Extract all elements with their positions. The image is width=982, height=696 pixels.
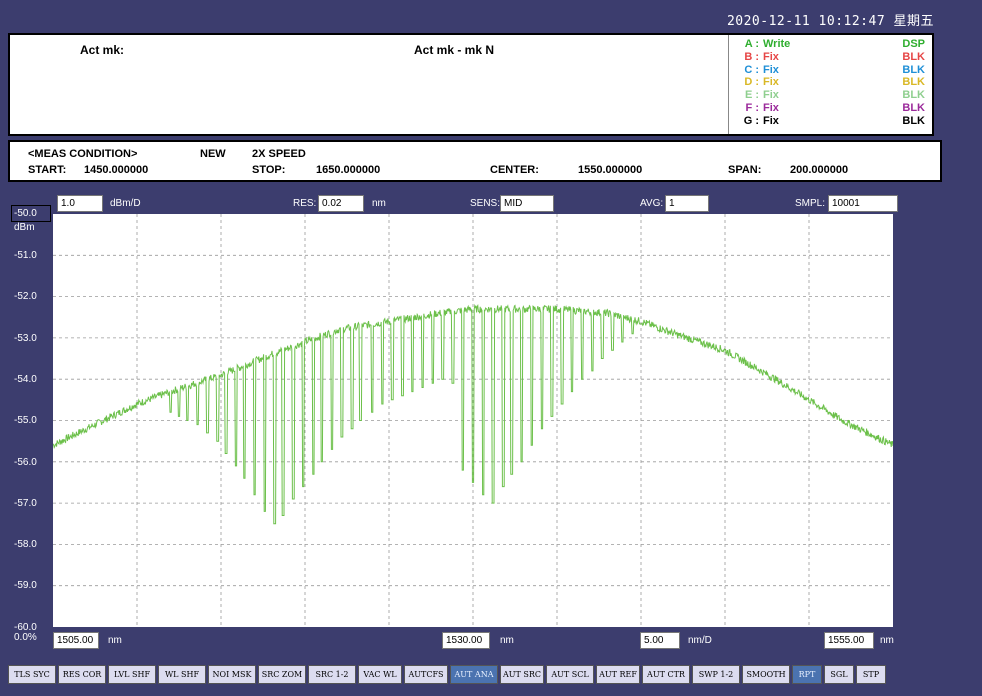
center-value: 1550.000000 — [578, 164, 643, 176]
y-tick-label: -52.0 — [14, 291, 37, 303]
x-stop-unit: nm — [880, 635, 894, 646]
trace-display: BLK — [902, 63, 925, 76]
sens-label: SENS: — [470, 198, 501, 209]
trace-letter: E : — [744, 89, 759, 102]
y-tick-label: -54.0 — [14, 373, 37, 385]
span-label: SPAN: — [728, 164, 762, 176]
smpl-label: SMPL: — [795, 198, 826, 209]
y-unit-label: dBm — [14, 222, 35, 233]
function-button[interactable]: SRC ZOM — [258, 665, 306, 684]
x-scale-unit: nm/D — [688, 635, 712, 646]
function-button-bar: TLS SYC RES COR LVL SHF WL SHF NOI MSK SRC ZO… — [8, 665, 940, 685]
function-button[interactable]: AUT CTR — [642, 665, 690, 684]
function-button[interactable]: SMOOTH — [742, 665, 790, 684]
x-scale-field[interactable]: 5.00 — [640, 632, 680, 649]
start-label: START: — [28, 164, 67, 176]
center-label: CENTER: — [490, 164, 539, 176]
meas-condition-title: <MEAS CONDITION> — [28, 148, 138, 160]
trace-row[interactable]: G : Fix BLK — [729, 115, 933, 127]
res-label: RES: — [293, 198, 317, 209]
active-marker-delta-label: Act mk - mk N — [414, 43, 495, 57]
function-button[interactable]: AUT SCL — [546, 665, 594, 684]
trace-letter: B : — [744, 50, 759, 63]
stop-value: 1650.000000 — [316, 164, 381, 176]
y-tick-label: -56.0 — [14, 456, 37, 468]
trace-letter: G : — [743, 114, 759, 127]
trace-display: BLK — [902, 50, 925, 63]
trace-display: BLK — [902, 114, 925, 127]
y-tick-label: -59.0 — [14, 580, 37, 592]
x-start-unit: nm — [108, 635, 122, 646]
trace-mode: Fix — [763, 114, 779, 127]
y-tick-label: -55.0 — [14, 415, 37, 427]
x-center-unit: nm — [500, 635, 514, 646]
y-tick-label: -57.0 — [14, 497, 37, 509]
trace-letter: A : — [744, 38, 759, 50]
trace-letter: C : — [744, 63, 759, 76]
trace-row[interactable]: D : Fix BLK — [729, 76, 933, 88]
function-button[interactable]: STP — [856, 665, 886, 684]
function-button[interactable]: VAC WL — [358, 665, 402, 684]
trace-display: BLK — [902, 102, 925, 114]
function-button[interactable]: AUT ANA — [450, 665, 498, 684]
trace-mode: Write — [763, 38, 791, 50]
meas-condition-panel: <MEAS CONDITION> NEW 2X SPEED START: 145… — [8, 140, 942, 182]
y-bottom-label: 0.0% — [14, 632, 37, 643]
trace-display: DSP — [902, 38, 925, 50]
y-tick-label: -58.0 — [14, 539, 37, 551]
trace-row[interactable]: A : Write DSP — [729, 38, 933, 50]
trace-mode: Fix — [763, 102, 779, 114]
res-field[interactable]: 0.02 — [318, 195, 364, 212]
y-tick-label: -51.0 — [14, 250, 37, 261]
active-marker-label: Act mk: — [80, 43, 125, 57]
trace-status-list: A : Write DSP B : Fix BLK C : Fix BLK D : Fix BLK E … — [728, 35, 933, 134]
function-button[interactable]: AUTCFS — [404, 665, 448, 684]
trace-display: BLK — [902, 76, 925, 89]
trace-row[interactable]: F : Fix BLK — [729, 102, 933, 114]
trace-letter: F : — [745, 102, 759, 114]
function-button[interactable]: TLS SYC — [8, 665, 56, 684]
trace-mode: Fix — [763, 63, 779, 76]
spectrum-chart[interactable] — [53, 214, 893, 627]
function-button[interactable]: WL SHF — [158, 665, 206, 684]
trace-mode: Fix — [763, 89, 779, 102]
datetime-display: 2020-12-11 10:12:47 星期五 — [726, 14, 934, 29]
sens-field[interactable]: MID — [500, 195, 554, 212]
function-button[interactable]: RPT — [792, 665, 822, 684]
ref-level-label: -50.0 — [14, 208, 37, 219]
function-button[interactable]: SGL — [824, 665, 854, 684]
level-scale-field[interactable]: 1.0 — [57, 195, 103, 212]
x-start-field[interactable]: 1505.00 — [53, 632, 99, 649]
x-stop-field[interactable]: 1555.00 — [824, 632, 874, 649]
new-indicator: NEW — [200, 148, 226, 160]
stop-label: STOP: — [252, 164, 286, 176]
span-value: 200.000000 — [790, 164, 849, 176]
trace-row[interactable]: B : Fix BLK — [729, 51, 933, 63]
level-scale-unit: dBm/D — [110, 198, 141, 209]
x-center-field[interactable]: 1530.00 — [442, 632, 490, 649]
y-tick-label: -53.0 — [14, 332, 37, 344]
smpl-field[interactable]: 10001 — [828, 195, 898, 212]
function-button[interactable]: AUT REF — [596, 665, 640, 684]
avg-field[interactable]: 1 — [665, 195, 709, 212]
trace-letter: D : — [744, 76, 759, 89]
start-value: 1450.000000 — [84, 164, 149, 176]
res-unit: nm — [372, 198, 386, 209]
function-button[interactable]: RES COR — [58, 665, 106, 684]
speed-indicator: 2X SPEED — [252, 148, 306, 160]
marker-panel: Act mk: Act mk - mk N A : Write DSP B : Fix B… — [8, 33, 934, 136]
function-button[interactable]: AUT SRC — [500, 665, 544, 684]
function-button[interactable]: SWP 1-2 — [692, 665, 740, 684]
trace-mode: Fix — [763, 76, 779, 89]
trace-row[interactable]: E : Fix BLK — [729, 89, 933, 101]
trace-mode: Fix — [763, 50, 779, 63]
function-button[interactable]: NOI MSK — [208, 665, 256, 684]
function-button[interactable]: LVL SHF — [108, 665, 156, 684]
function-button[interactable]: SRC 1-2 — [308, 665, 356, 684]
trace-display: BLK — [902, 89, 925, 102]
avg-label: AVG: — [640, 198, 664, 209]
chart-grid — [53, 214, 893, 627]
trace-row[interactable]: C : Fix BLK — [729, 64, 933, 76]
